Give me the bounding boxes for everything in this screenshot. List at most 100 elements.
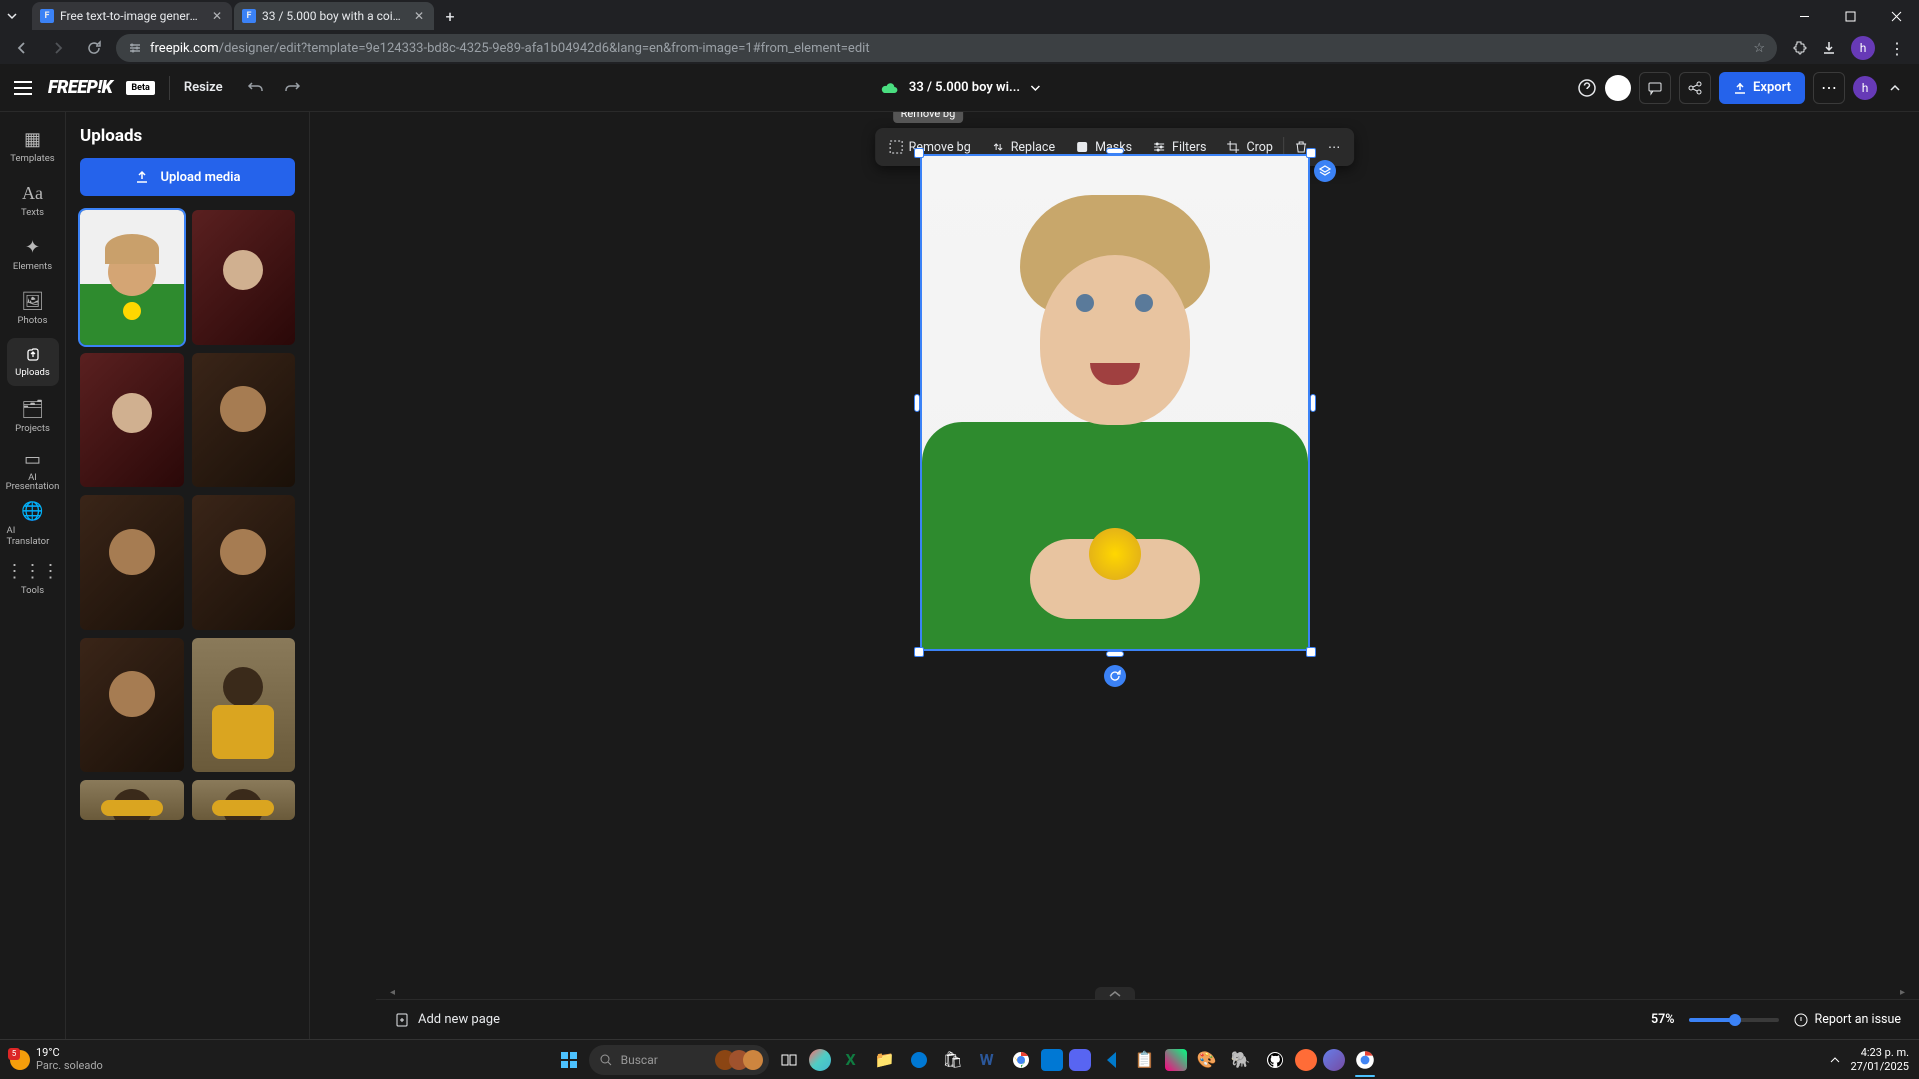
- resize-handle[interactable]: [914, 148, 924, 158]
- upload-thumb[interactable]: [80, 210, 184, 345]
- word-icon[interactable]: W: [973, 1046, 1001, 1074]
- rail-uploads[interactable]: Uploads: [7, 338, 59, 386]
- chrome-icon[interactable]: [1007, 1046, 1035, 1074]
- start-button[interactable]: [555, 1046, 583, 1074]
- close-icon[interactable]: ✕: [412, 9, 426, 23]
- copilot-icon[interactable]: [809, 1049, 831, 1071]
- horizontal-scrollbar[interactable]: ◂▸: [390, 987, 1905, 997]
- tab-title: 33 / 5.000 boy with a coin whit: [262, 9, 406, 23]
- store-icon[interactable]: 🛍: [939, 1046, 967, 1074]
- resize-handle[interactable]: [1106, 651, 1124, 657]
- rotate-handle[interactable]: [1104, 665, 1126, 687]
- upload-thumb[interactable]: [192, 210, 296, 345]
- minimize-button[interactable]: [1781, 0, 1827, 32]
- upload-thumb[interactable]: [192, 495, 296, 630]
- tray-chevron-icon[interactable]: [1830, 1055, 1840, 1065]
- rail-tools[interactable]: ⋮⋮⋮Tools: [7, 554, 59, 602]
- resize-handle[interactable]: [1306, 647, 1316, 657]
- favicon-icon: F: [242, 9, 256, 23]
- postman-icon[interactable]: [1295, 1049, 1317, 1071]
- reload-button[interactable]: [80, 34, 108, 62]
- report-label: Report an issue: [1815, 1012, 1901, 1027]
- bookmark-icon[interactable]: ☆: [1753, 41, 1765, 56]
- upload-thumb[interactable]: [192, 638, 296, 773]
- new-tab-button[interactable]: +: [436, 2, 464, 30]
- more-button[interactable]: ⋯: [1318, 132, 1351, 162]
- maximize-button[interactable]: [1827, 0, 1873, 32]
- add-page-button[interactable]: Add new page: [394, 1012, 500, 1028]
- resize-handle[interactable]: [914, 394, 920, 412]
- profile-avatar-app[interactable]: h: [1853, 76, 1877, 100]
- profile-caret[interactable]: [1885, 83, 1905, 93]
- redo-button[interactable]: [283, 79, 301, 97]
- selected-element[interactable]: [920, 154, 1310, 651]
- help-icon[interactable]: [1577, 78, 1597, 98]
- resize-handle[interactable]: [1306, 148, 1316, 158]
- comments-button[interactable]: [1639, 72, 1671, 104]
- chrome-active-icon[interactable]: [1351, 1046, 1379, 1074]
- excel-icon[interactable]: X: [837, 1046, 865, 1074]
- rail-ai-presentation[interactable]: ▭AI Presentation: [7, 446, 59, 494]
- app-icon[interactable]: [1165, 1049, 1187, 1071]
- forward-button[interactable]: [44, 34, 72, 62]
- upload-thumb[interactable]: [80, 780, 184, 820]
- user-avatar[interactable]: [1605, 75, 1631, 101]
- layer-badge-icon[interactable]: [1314, 160, 1336, 182]
- rail-texts[interactable]: AaTexts: [7, 176, 59, 224]
- resize-handle[interactable]: [914, 647, 924, 657]
- upload-thumb[interactable]: [192, 353, 296, 488]
- export-button[interactable]: Export: [1719, 72, 1805, 104]
- vscode-icon[interactable]: [1097, 1046, 1125, 1074]
- discord-icon[interactable]: [1069, 1049, 1091, 1071]
- browser-menu-icon[interactable]: ⋮: [1889, 39, 1905, 58]
- task-view-button[interactable]: [775, 1046, 803, 1074]
- upload-thumb[interactable]: [192, 780, 296, 820]
- weather-widget[interactable]: 5 19°CParc. soleado: [10, 1047, 103, 1071]
- resize-button[interactable]: Resize: [184, 80, 223, 95]
- report-issue-button[interactable]: Report an issue: [1793, 1012, 1901, 1028]
- rail-photos[interactable]: 🖼Photos: [7, 284, 59, 332]
- github-icon[interactable]: [1261, 1046, 1289, 1074]
- resize-handle[interactable]: [1310, 394, 1316, 412]
- undo-button[interactable]: [247, 79, 265, 97]
- upload-thumb[interactable]: [80, 353, 184, 488]
- app-icon[interactable]: 🐘: [1227, 1046, 1255, 1074]
- notes-icon[interactable]: 📋: [1131, 1046, 1159, 1074]
- rail-ai-translator[interactable]: 🌐AI Translator: [7, 500, 59, 548]
- chevron-down-icon[interactable]: [1030, 83, 1040, 93]
- rail-elements[interactable]: ✦Elements: [7, 230, 59, 278]
- url-input[interactable]: freepik.com/designer/edit?template=9e124…: [116, 34, 1777, 62]
- clock[interactable]: 4:23 p. m. 27/01/2025: [1850, 1046, 1909, 1072]
- tab-list-dropdown[interactable]: [0, 11, 24, 21]
- close-icon[interactable]: ✕: [210, 9, 224, 23]
- taskbar-search[interactable]: Buscar: [589, 1045, 769, 1075]
- rail-templates[interactable]: ▦Templates: [7, 122, 59, 170]
- close-window-button[interactable]: [1873, 0, 1919, 32]
- downloads-icon[interactable]: [1821, 40, 1837, 56]
- app-icon[interactable]: [1041, 1049, 1063, 1071]
- edge-icon[interactable]: [905, 1046, 933, 1074]
- back-button[interactable]: [8, 34, 36, 62]
- resize-handle[interactable]: [1106, 148, 1124, 154]
- canvas[interactable]: Remove bg Remove bg Replace Masks Filter…: [310, 112, 1919, 1039]
- extensions-icon[interactable]: [1791, 40, 1807, 56]
- upload-media-button[interactable]: Upload media: [80, 158, 295, 196]
- profile-avatar[interactable]: h: [1851, 36, 1875, 60]
- upload-thumb[interactable]: [80, 495, 184, 630]
- tb-label: Replace: [1011, 140, 1055, 155]
- browser-tab[interactable]: F 33 / 5.000 boy with a coin whit ✕: [234, 2, 434, 30]
- app-icon[interactable]: 🎨: [1193, 1046, 1221, 1074]
- rail-label: AI Presentation: [6, 473, 60, 492]
- logo: FREEP!K: [48, 77, 112, 98]
- document-title[interactable]: 33 / 5.000 boy wi...: [909, 80, 1020, 95]
- rail-projects[interactable]: 🗂Projects: [7, 392, 59, 440]
- share-button[interactable]: [1679, 72, 1711, 104]
- upload-thumb[interactable]: [80, 638, 184, 773]
- browser-tab[interactable]: F Free text-to-image generator | ✕: [32, 2, 232, 30]
- app-icon[interactable]: [1323, 1049, 1345, 1071]
- more-menu-button[interactable]: ⋯: [1813, 72, 1845, 104]
- zoom-percentage[interactable]: 57%: [1651, 1012, 1675, 1027]
- explorer-icon[interactable]: 📁: [871, 1046, 899, 1074]
- menu-button[interactable]: [14, 81, 34, 95]
- zoom-slider[interactable]: [1689, 1018, 1779, 1022]
